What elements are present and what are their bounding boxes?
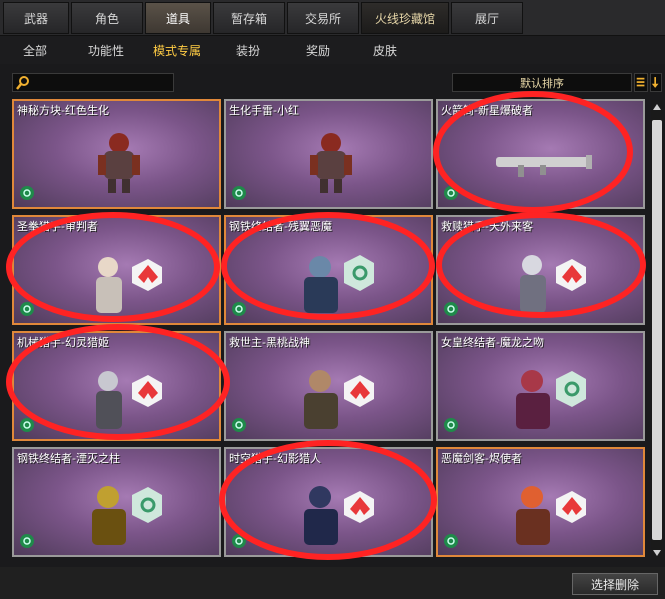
robot-icon bbox=[310, 133, 352, 193]
item-name: 救世主-黑桃战神 bbox=[229, 336, 310, 349]
item-name: 救赎猎手-天外来客 bbox=[441, 220, 533, 233]
scroll-down-icon[interactable] bbox=[651, 546, 663, 560]
mode-badge-icon bbox=[20, 186, 34, 200]
tab-weapons[interactable]: 武器 bbox=[3, 2, 69, 34]
item-card[interactable]: 恶魔剑客-烬使者 bbox=[436, 447, 645, 557]
item-name: 圣拳猎手-审判者 bbox=[17, 220, 98, 233]
item-grid: 神秘方块-红色生化 生化手雷-小红 火箭筒-新星爆破者 圣拳猎手-审判者 钢铁终… bbox=[12, 99, 648, 565]
character-portrait-icon bbox=[304, 370, 374, 429]
sort-direction-button[interactable] bbox=[650, 73, 662, 92]
scroll-up-icon[interactable] bbox=[651, 100, 663, 114]
subtab-dressup[interactable]: 装扮 bbox=[236, 42, 260, 59]
tab-exchange[interactable]: 交易所 bbox=[287, 2, 359, 34]
item-name: 机械猎手-幻灵猎姬 bbox=[17, 336, 109, 349]
mode-badge-icon bbox=[232, 186, 246, 200]
bottom-bar bbox=[0, 567, 665, 599]
item-card[interactable]: 机械猎手-幻灵猎姬 bbox=[12, 331, 221, 441]
rocket-launcher-icon bbox=[496, 155, 592, 177]
mode-badge-icon bbox=[444, 418, 458, 432]
select-delete-button[interactable]: 选择删除 bbox=[572, 573, 658, 595]
item-name: 神秘方块-红色生化 bbox=[17, 104, 109, 117]
search-box bbox=[12, 73, 174, 92]
item-card[interactable]: 救世主-黑桃战神 bbox=[224, 331, 433, 441]
character-portrait-icon bbox=[516, 486, 586, 545]
item-card[interactable]: 神秘方块-红色生化 bbox=[12, 99, 221, 209]
item-card[interactable]: 时空猎手-幻影猎人 bbox=[224, 447, 433, 557]
item-name: 恶魔剑客-烬使者 bbox=[441, 452, 522, 465]
item-card[interactable]: 生化手雷-小红 bbox=[224, 99, 433, 209]
mode-badge-icon bbox=[20, 534, 34, 548]
character-portrait-icon bbox=[92, 486, 162, 545]
robot-icon bbox=[98, 133, 140, 193]
subtab-mode-exclusive[interactable]: 模式专属 bbox=[153, 42, 201, 59]
item-card[interactable]: 钢铁终结者-残翼恶魔 bbox=[224, 215, 433, 325]
item-card[interactable]: 钢铁终结者-湮灭之柱 bbox=[12, 447, 221, 557]
tab-showroom[interactable]: 展厅 bbox=[451, 2, 523, 34]
subtab-all[interactable]: 全部 bbox=[23, 42, 47, 59]
item-name: 钢铁终结者-残翼恶魔 bbox=[229, 220, 332, 233]
item-name: 钢铁终结者-湮灭之柱 bbox=[17, 452, 120, 465]
mode-badge-icon bbox=[444, 534, 458, 548]
top-tab-bar: 武器 角色 道具 暂存箱 交易所 火线珍藏馆 展厅 bbox=[0, 0, 665, 36]
mode-badge-icon bbox=[444, 302, 458, 316]
character-portrait-icon bbox=[304, 255, 374, 313]
item-name: 火箭筒-新星爆破者 bbox=[441, 104, 533, 117]
mode-badge-icon bbox=[444, 186, 458, 200]
mode-badge-icon bbox=[232, 302, 246, 316]
character-portrait-icon bbox=[96, 257, 162, 313]
character-portrait-icon bbox=[516, 370, 586, 429]
arrow-down-icon bbox=[651, 77, 659, 88]
list-view-toggle[interactable] bbox=[634, 73, 648, 92]
scrollbar-thumb[interactable] bbox=[652, 120, 662, 540]
item-name: 女皇终结者-魔龙之吻 bbox=[441, 336, 544, 349]
item-card[interactable]: 女皇终结者-魔龙之吻 bbox=[436, 331, 645, 441]
item-card[interactable]: 救赎猎手-天外来客 bbox=[436, 215, 645, 325]
mode-badge-icon bbox=[20, 418, 34, 432]
search-input[interactable] bbox=[33, 75, 171, 90]
mode-badge-icon bbox=[20, 302, 34, 316]
sub-tab-bar: 全部 功能性 模式专属 装扮 奖励 皮肤 bbox=[0, 36, 665, 64]
subtab-rewards[interactable]: 奖励 bbox=[306, 42, 330, 59]
item-card[interactable]: 火箭筒-新星爆破者 bbox=[436, 99, 645, 209]
mode-badge-icon bbox=[232, 534, 246, 548]
list-icon bbox=[636, 77, 645, 87]
tab-collection[interactable]: 火线珍藏馆 bbox=[361, 2, 449, 34]
tab-storage[interactable]: 暂存箱 bbox=[213, 2, 285, 34]
mode-badge-icon bbox=[232, 418, 246, 432]
character-portrait-icon bbox=[304, 486, 374, 545]
character-portrait-icon bbox=[520, 255, 586, 313]
tab-characters[interactable]: 角色 bbox=[71, 2, 143, 34]
subtab-functional[interactable]: 功能性 bbox=[88, 42, 124, 59]
tab-items[interactable]: 道具 bbox=[145, 2, 211, 34]
item-card[interactable]: 圣拳猎手-审判者 bbox=[12, 215, 221, 325]
character-portrait-icon bbox=[96, 371, 162, 429]
item-name: 生化手雷-小红 bbox=[229, 104, 299, 117]
search-icon bbox=[16, 76, 29, 90]
sort-dropdown[interactable]: 默认排序 bbox=[452, 73, 632, 92]
subtab-skins[interactable]: 皮肤 bbox=[373, 42, 397, 59]
item-name: 时空猎手-幻影猎人 bbox=[229, 452, 321, 465]
